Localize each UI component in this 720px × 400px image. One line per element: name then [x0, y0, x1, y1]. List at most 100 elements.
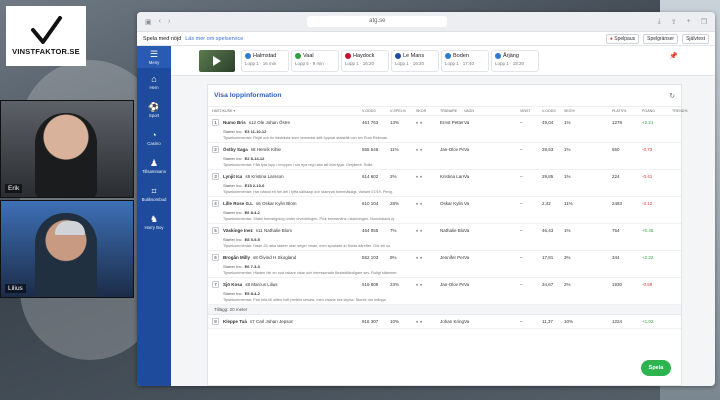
sidebar-item-tillsammans[interactable]: ♟ Tillsammans	[137, 152, 171, 180]
column-header[interactable]: V-ODDS	[362, 109, 390, 113]
card-title[interactable]: Visa loppinformation	[214, 92, 281, 100]
race-tab[interactable]: Vaal Lopp 5 · 9 min	[291, 49, 339, 72]
table-row[interactable]: 3 Lynjit Ica s9 Kristina Larsson 614 602 2% ◐…	[208, 170, 681, 197]
race-time: Lopp 1 · 16:20	[395, 60, 425, 66]
webcam-label: Erik	[5, 184, 23, 193]
menu-icon: ☰	[149, 49, 159, 59]
webcam-lilius: Lilius	[0, 200, 134, 298]
cell: 3%	[564, 255, 571, 260]
table-row[interactable]: 8 Kleppe Tuà s7 Carl Johan Jepson 916 307 …	[208, 315, 681, 329]
race-tab[interactable]: Le Mans Lopp 1 · 16:20	[391, 49, 439, 72]
sidebar-item-sport[interactable]: ⚽ Sport	[137, 96, 171, 124]
share-icon[interactable]: ⇪	[671, 18, 677, 26]
button-label: Självtest	[686, 35, 705, 42]
column-header[interactable]: TRÄNARE	[440, 109, 464, 113]
column-header[interactable]: SEG%	[564, 109, 612, 113]
refresh-icon[interactable]: ↻	[669, 92, 675, 100]
cell: Jan-Olov Persson	[440, 282, 464, 287]
race-tab[interactable]: Boden Lopp 1 · 17:40	[441, 49, 489, 72]
flag-icon	[345, 52, 351, 59]
horse-name[interactable]: Väskinge Inez	[223, 228, 253, 233]
column-header[interactable]: PLATS%	[612, 109, 642, 113]
record: E8 5-9-5	[244, 237, 260, 242]
sidebar-item-meny[interactable]: ☰ Meny	[137, 46, 171, 68]
forward-icon[interactable]: ›	[168, 18, 170, 25]
race-time: Lopp 1 · 17:40	[445, 60, 475, 66]
horse-meta: s11	[255, 228, 263, 233]
tip-comment: Tipsekommentar: Fått fyra lopp i kroppen…	[223, 163, 374, 167]
cell: Oskar Kylin Blom	[440, 201, 464, 206]
race-tab[interactable]: Halmstad Lopp 1 · 16 min	[241, 49, 289, 72]
start-number: 1	[212, 119, 219, 126]
table-row[interactable]: 6 Brogån Milly s8 Öivind H Skogland 552 103…	[208, 251, 681, 278]
column-header[interactable]: V-SPEL%	[390, 109, 416, 113]
cell: 224	[612, 174, 620, 179]
horse-name[interactable]: Numo Bris	[223, 120, 246, 125]
person-video	[35, 113, 97, 197]
address-bar[interactable]: atg.se	[307, 16, 448, 27]
horse-name[interactable]: Brogån Milly	[223, 255, 250, 260]
column-header[interactable]: V-ODDS	[542, 109, 564, 113]
shoe-icon: ◐ ◐	[416, 120, 423, 125]
cell: –	[520, 282, 523, 287]
cell: Va	[464, 120, 470, 125]
driver-name: Carl Johan Jepson	[255, 319, 294, 324]
record: E2 8-14-12	[244, 156, 265, 161]
cell: –	[520, 319, 523, 324]
tip-comment: Tipsekommentar: Hästen blir en nod rakar…	[223, 271, 398, 275]
trend-cell: -0.59	[642, 282, 653, 287]
horse-meta: s8	[253, 255, 258, 260]
column-header[interactable]: VINST	[520, 109, 542, 113]
column-header[interactable]: TREND%	[672, 109, 707, 113]
race-tab[interactable]: Årjäng Lopp 1 · 18:20	[491, 49, 539, 72]
new-tab-icon[interactable]: +	[687, 18, 691, 26]
sidebar-item-casino[interactable]: ◔ Casino	[137, 124, 171, 152]
column-header[interactable]: VAGN	[464, 109, 520, 113]
spela-button[interactable]: Spela	[641, 360, 671, 376]
cell: Va	[464, 174, 470, 179]
trend-cell: -0.73	[642, 147, 653, 152]
horse-name[interactable]: Lynjit Ica	[223, 174, 242, 179]
tabs-icon[interactable]: ❐	[701, 18, 707, 26]
horse-name[interactable]: Sjö Kosa	[223, 282, 242, 287]
table-row[interactable]: 7 Sjö Kosa s8 Marcus Lilius 519 806 23% ◐ ◐ Ja…	[208, 278, 681, 305]
column-header[interactable]: HÄST/KUSK ▾	[212, 109, 362, 113]
table-row[interactable]: 4 Lille Rose G.L s6 Oskar Kylin Blom 610 10…	[208, 197, 681, 224]
download-icon[interactable]: ⤓	[658, 18, 661, 26]
shoe-icon: ◐ ◐	[416, 255, 423, 260]
sidebar-item-harry-boy[interactable]: ♞ Harry Boy	[137, 208, 171, 236]
sidebar-toggle-icon[interactable]: ▣	[145, 18, 152, 26]
horse-meta: s12	[248, 120, 257, 125]
spelpaus-button[interactable]: ● Spelpaus	[605, 33, 640, 44]
horse-name[interactable]: Östby Saga	[223, 147, 248, 152]
driver-name: Öivind H Skogland	[259, 255, 297, 260]
sjalvtest-button[interactable]: Självtest	[682, 33, 709, 44]
sidebar-item-butiksombud[interactable]: ⌗ Butiksombud	[137, 180, 171, 208]
live-video-thumbnail[interactable]	[199, 49, 235, 72]
cell: –	[520, 120, 523, 125]
cell: 9%	[390, 255, 397, 260]
spelgranser-button[interactable]: Spelgränser	[643, 33, 679, 44]
table-row[interactable]: 1 Numo Bris s12 Ole Johan Östre 461 763 13% ◐…	[208, 116, 681, 143]
race-tab[interactable]: Haydock Lopp 1 · 16:20	[341, 49, 389, 72]
race-info-card: Visa loppinformation ↻ HÄST/KUSK ▾ V-ODD…	[207, 84, 688, 386]
race-name: Le Mans	[403, 52, 425, 59]
pin-icon[interactable]: 📌	[669, 52, 678, 60]
cap	[55, 221, 85, 235]
horse-meta: s8	[250, 147, 256, 152]
cell: 1224	[612, 319, 623, 324]
sidebar-item-label: Harry Boy	[144, 225, 164, 230]
start-label: Starter Inc.	[223, 264, 243, 269]
table-row[interactable]: 5 Väskinge Inez s11 Nathalie Blom 464 055 7%…	[208, 224, 681, 251]
column-header[interactable]: SKOR	[416, 109, 440, 113]
record: E6 8-4-2	[244, 210, 260, 215]
back-icon[interactable]: ‹	[159, 18, 161, 25]
horse-name[interactable]: Lille Rose G.L	[223, 201, 253, 206]
horse-name[interactable]: Kleppe Tuà	[223, 319, 247, 324]
promo-link[interactable]: Läs mer om spelservice	[185, 36, 243, 42]
cell: Va	[464, 228, 470, 233]
column-header[interactable]: POÄNG	[642, 109, 672, 113]
table-row[interactable]: 2 Östby Saga s8 Henrik Kihle 555 646 11% ◐ ◐ J…	[208, 143, 681, 170]
sidebar-item-hem[interactable]: ⌂ Hem	[137, 68, 171, 96]
race-time: Lopp 1 · 16:20	[345, 60, 375, 66]
